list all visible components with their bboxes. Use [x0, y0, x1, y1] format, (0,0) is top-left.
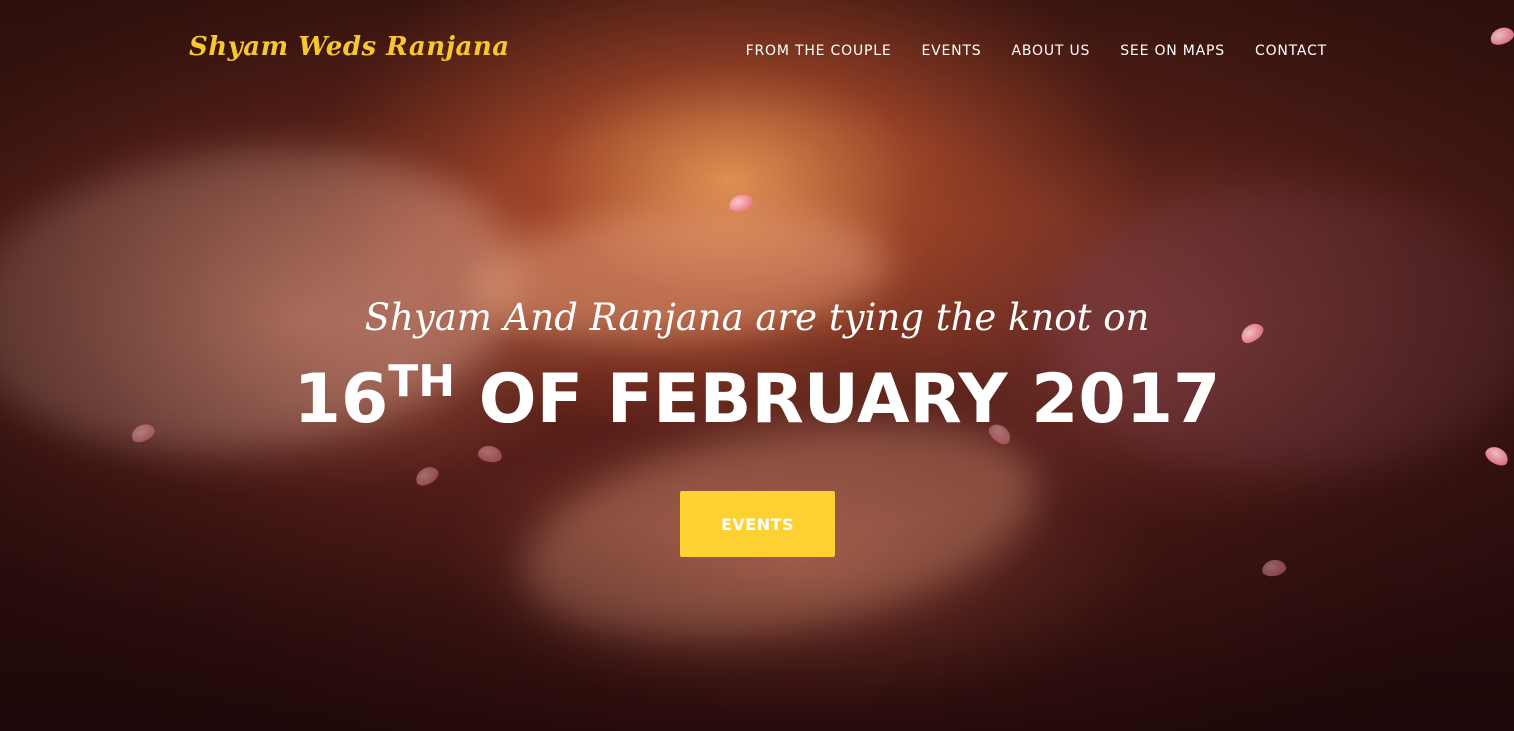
- hero-section: Shyam Weds Ranjana FROM THE COUPLE EVENT…: [0, 0, 1514, 731]
- wedding-date: 16TH OF FEBRUARY 2017: [0, 355, 1514, 445]
- nav-link-about-us[interactable]: ABOUT US: [1011, 43, 1090, 59]
- date-suffix: TH: [388, 356, 456, 407]
- nav-item: ABOUT US: [1011, 42, 1090, 60]
- date-rest: OF FEBRUARY 2017: [455, 360, 1221, 439]
- nav-item: CONTACT: [1255, 42, 1327, 60]
- nav-item: EVENTS: [922, 42, 982, 60]
- nav-link-contact[interactable]: CONTACT: [1255, 43, 1327, 59]
- nav-menu: FROM THE COUPLE EVENTS ABOUT US SEE ON M…: [746, 42, 1327, 60]
- date-day: 16: [293, 360, 389, 439]
- nav-item: FROM THE COUPLE: [746, 42, 892, 60]
- nav-link-from-the-couple[interactable]: FROM THE COUPLE: [746, 43, 892, 59]
- nav-link-events[interactable]: EVENTS: [922, 43, 982, 59]
- brand-logo-link[interactable]: Shyam Weds Ranjana: [189, 32, 510, 62]
- top-navbar: Shyam Weds Ranjana FROM THE COUPLE EVENT…: [0, 0, 1514, 104]
- nav-link-see-on-maps[interactable]: SEE ON MAPS: [1120, 43, 1225, 59]
- nav-item: SEE ON MAPS: [1120, 42, 1225, 60]
- hero-tagline: Shyam And Ranjana are tying the knot on: [364, 296, 1150, 339]
- events-button[interactable]: EVENTS: [680, 491, 835, 557]
